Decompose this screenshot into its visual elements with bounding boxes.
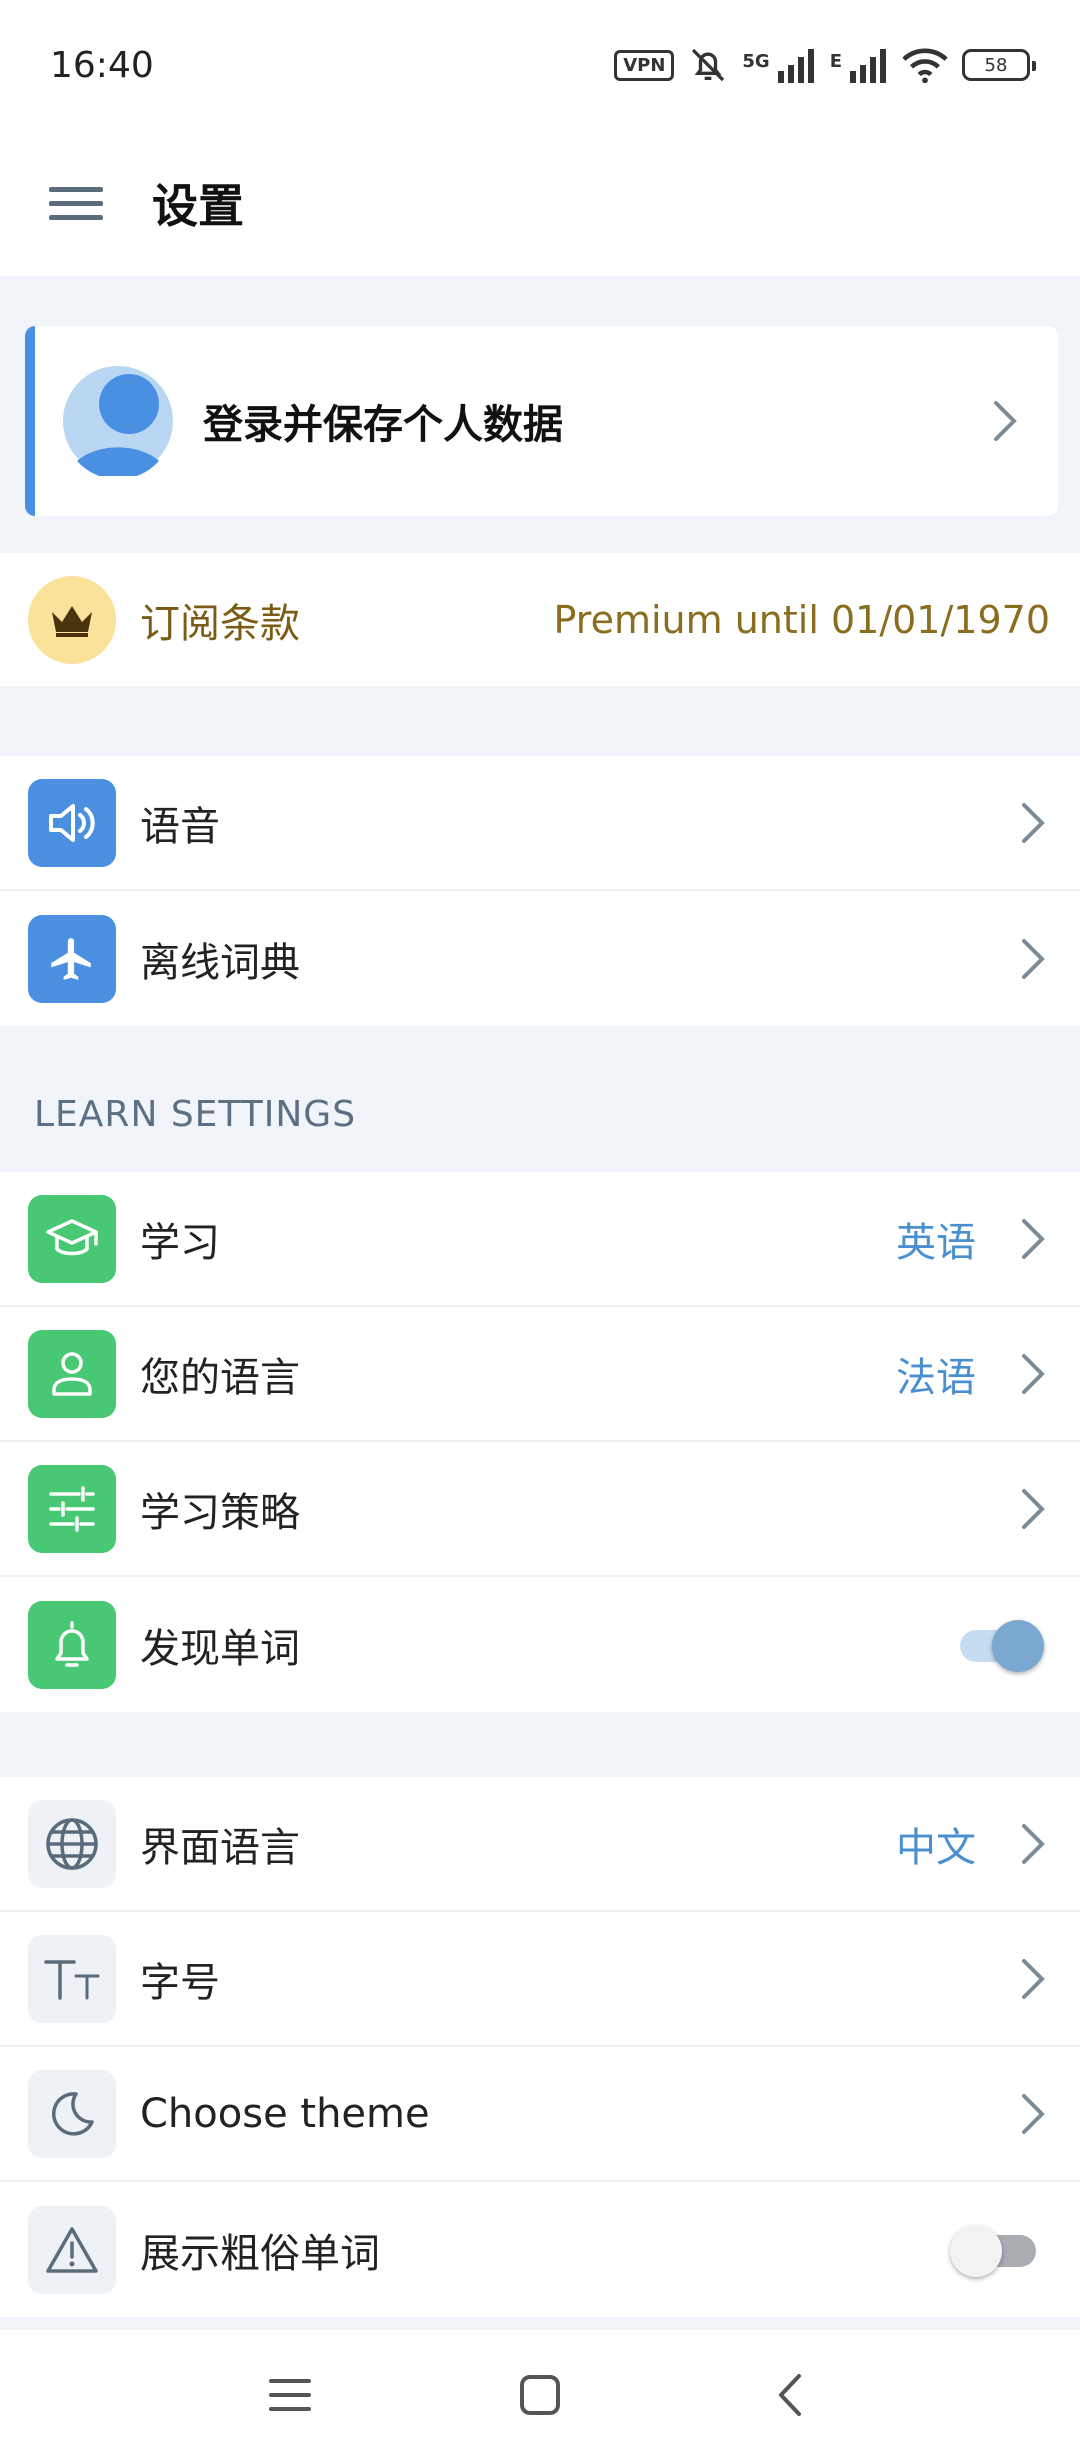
recent-apps-button[interactable] (260, 2365, 320, 2425)
back-arrow-icon (779, 2374, 801, 2416)
subscription-value: Premium until 01/01/1970 (553, 597, 1050, 642)
settings-item-label: 语音 (140, 803, 220, 850)
person-icon (28, 1329, 116, 1418)
signal-icon-2 (850, 49, 886, 83)
speaker-icon (28, 778, 116, 867)
app-bar: 设置 (0, 130, 1080, 276)
battery-icon: 58 (962, 49, 1036, 81)
vulgar-words-toggle[interactable] (950, 2224, 1044, 2277)
settings-item-label: 发现单词 (140, 1625, 300, 1672)
chevron-right-icon (1022, 2093, 1045, 2134)
general-group: 语音 离线词典 (0, 756, 1080, 1026)
menu-button[interactable] (36, 163, 116, 243)
settings-item-discover-words[interactable]: 发现单词 (0, 1577, 1080, 1712)
moon-icon (28, 2069, 116, 2158)
warning-icon (28, 2205, 116, 2294)
back-button[interactable] (760, 2365, 820, 2425)
login-text: 登录并保存个人数据 (203, 402, 563, 448)
status-time: 16:40 (50, 44, 154, 86)
home-button[interactable] (510, 2365, 570, 2425)
wifi-icon (902, 48, 948, 83)
chevron-right-icon (1022, 1823, 1045, 1864)
menu-lines-icon (269, 2379, 311, 2411)
page-title: 设置 (152, 179, 244, 233)
settings-item-label: 学习 (140, 1219, 220, 1266)
settings-item-learning-strategy[interactable]: 学习策略 (0, 1442, 1080, 1577)
chevron-right-icon (1022, 1353, 1045, 1394)
toggle-knob (992, 1619, 1044, 1672)
status-icons: VPN 5G E 58 (614, 45, 1036, 85)
section-header-learn: LEARN SETTINGS (34, 1094, 357, 1135)
crown-icon (28, 575, 116, 664)
settings-item-label: Choose theme (140, 2090, 430, 2137)
chevron-right-icon (1022, 938, 1045, 979)
learn-settings-group: 学习 英语 您的语言 法语 学习策略 发现单词 (0, 1172, 1080, 1712)
globe-icon (28, 1799, 116, 1888)
mute-bell-icon (692, 48, 725, 82)
chevron-right-icon (1022, 1488, 1045, 1529)
airplane-icon (28, 914, 116, 1003)
settings-item-interface-language[interactable]: 界面语言 中文 (0, 1777, 1080, 1912)
settings-item-value: 法语 (896, 1354, 976, 1401)
system-nav-bar (0, 2330, 1080, 2460)
settings-item-label: 字号 (140, 1959, 220, 2006)
settings-item-label: 学习策略 (140, 1489, 300, 1536)
settings-item-label: 展示粗俗单词 (140, 2230, 380, 2277)
discover-words-toggle[interactable] (954, 1619, 1044, 1672)
font-size-icon (28, 1934, 116, 2023)
settings-item-learning[interactable]: 学习 英语 (0, 1172, 1080, 1307)
toggle-knob (950, 2224, 1002, 2277)
vpn-icon: VPN (614, 49, 675, 81)
signal-icon (777, 49, 814, 83)
settings-item-choose-theme[interactable]: Choose theme (0, 2047, 1080, 2182)
subscription-label: 订阅条款 (140, 600, 300, 647)
login-card[interactable]: 登录并保存个人数据 (25, 326, 1058, 516)
chevron-right-icon (1022, 1218, 1045, 1259)
settings-item-label: 界面语言 (140, 1824, 300, 1871)
square-icon (520, 2375, 560, 2415)
sliders-icon (28, 1464, 116, 1553)
chevron-right-icon (1022, 1958, 1045, 1999)
settings-item-show-vulgar-words[interactable]: 展示粗俗单词 (0, 2182, 1080, 2317)
login-card-accent (25, 326, 35, 516)
settings-item-label: 离线词典 (140, 939, 300, 986)
bell-icon (28, 1600, 116, 1689)
settings-item-label: 您的语言 (140, 1354, 300, 1401)
graduation-cap-icon (28, 1194, 116, 1283)
hamburger-icon (49, 187, 103, 220)
settings-item-offline-dictionary[interactable]: 离线词典 (0, 891, 1080, 1026)
status-bar: 16:40 VPN 5G E 58 (0, 0, 1080, 130)
app-settings-group: 界面语言 中文 字号 Choose theme 展示粗俗单词 (0, 1777, 1080, 2317)
settings-item-value: 英语 (896, 1219, 976, 1266)
avatar-icon (63, 366, 173, 476)
chevron-right-icon (1022, 802, 1045, 843)
subscription-group: 订阅条款 Premium until 01/01/1970 (0, 553, 1080, 686)
settings-item-your-language[interactable]: 您的语言 法语 (0, 1307, 1080, 1442)
network-e-label: E (829, 51, 842, 72)
settings-item-value: 中文 (896, 1824, 976, 1871)
subscription-row[interactable]: 订阅条款 Premium until 01/01/1970 (0, 553, 1080, 686)
settings-item-voice[interactable]: 语音 (0, 756, 1080, 891)
settings-item-font-size[interactable]: 字号 (0, 1912, 1080, 2047)
chevron-right-icon (994, 401, 1017, 441)
network-5g-label: 5G (742, 51, 770, 72)
